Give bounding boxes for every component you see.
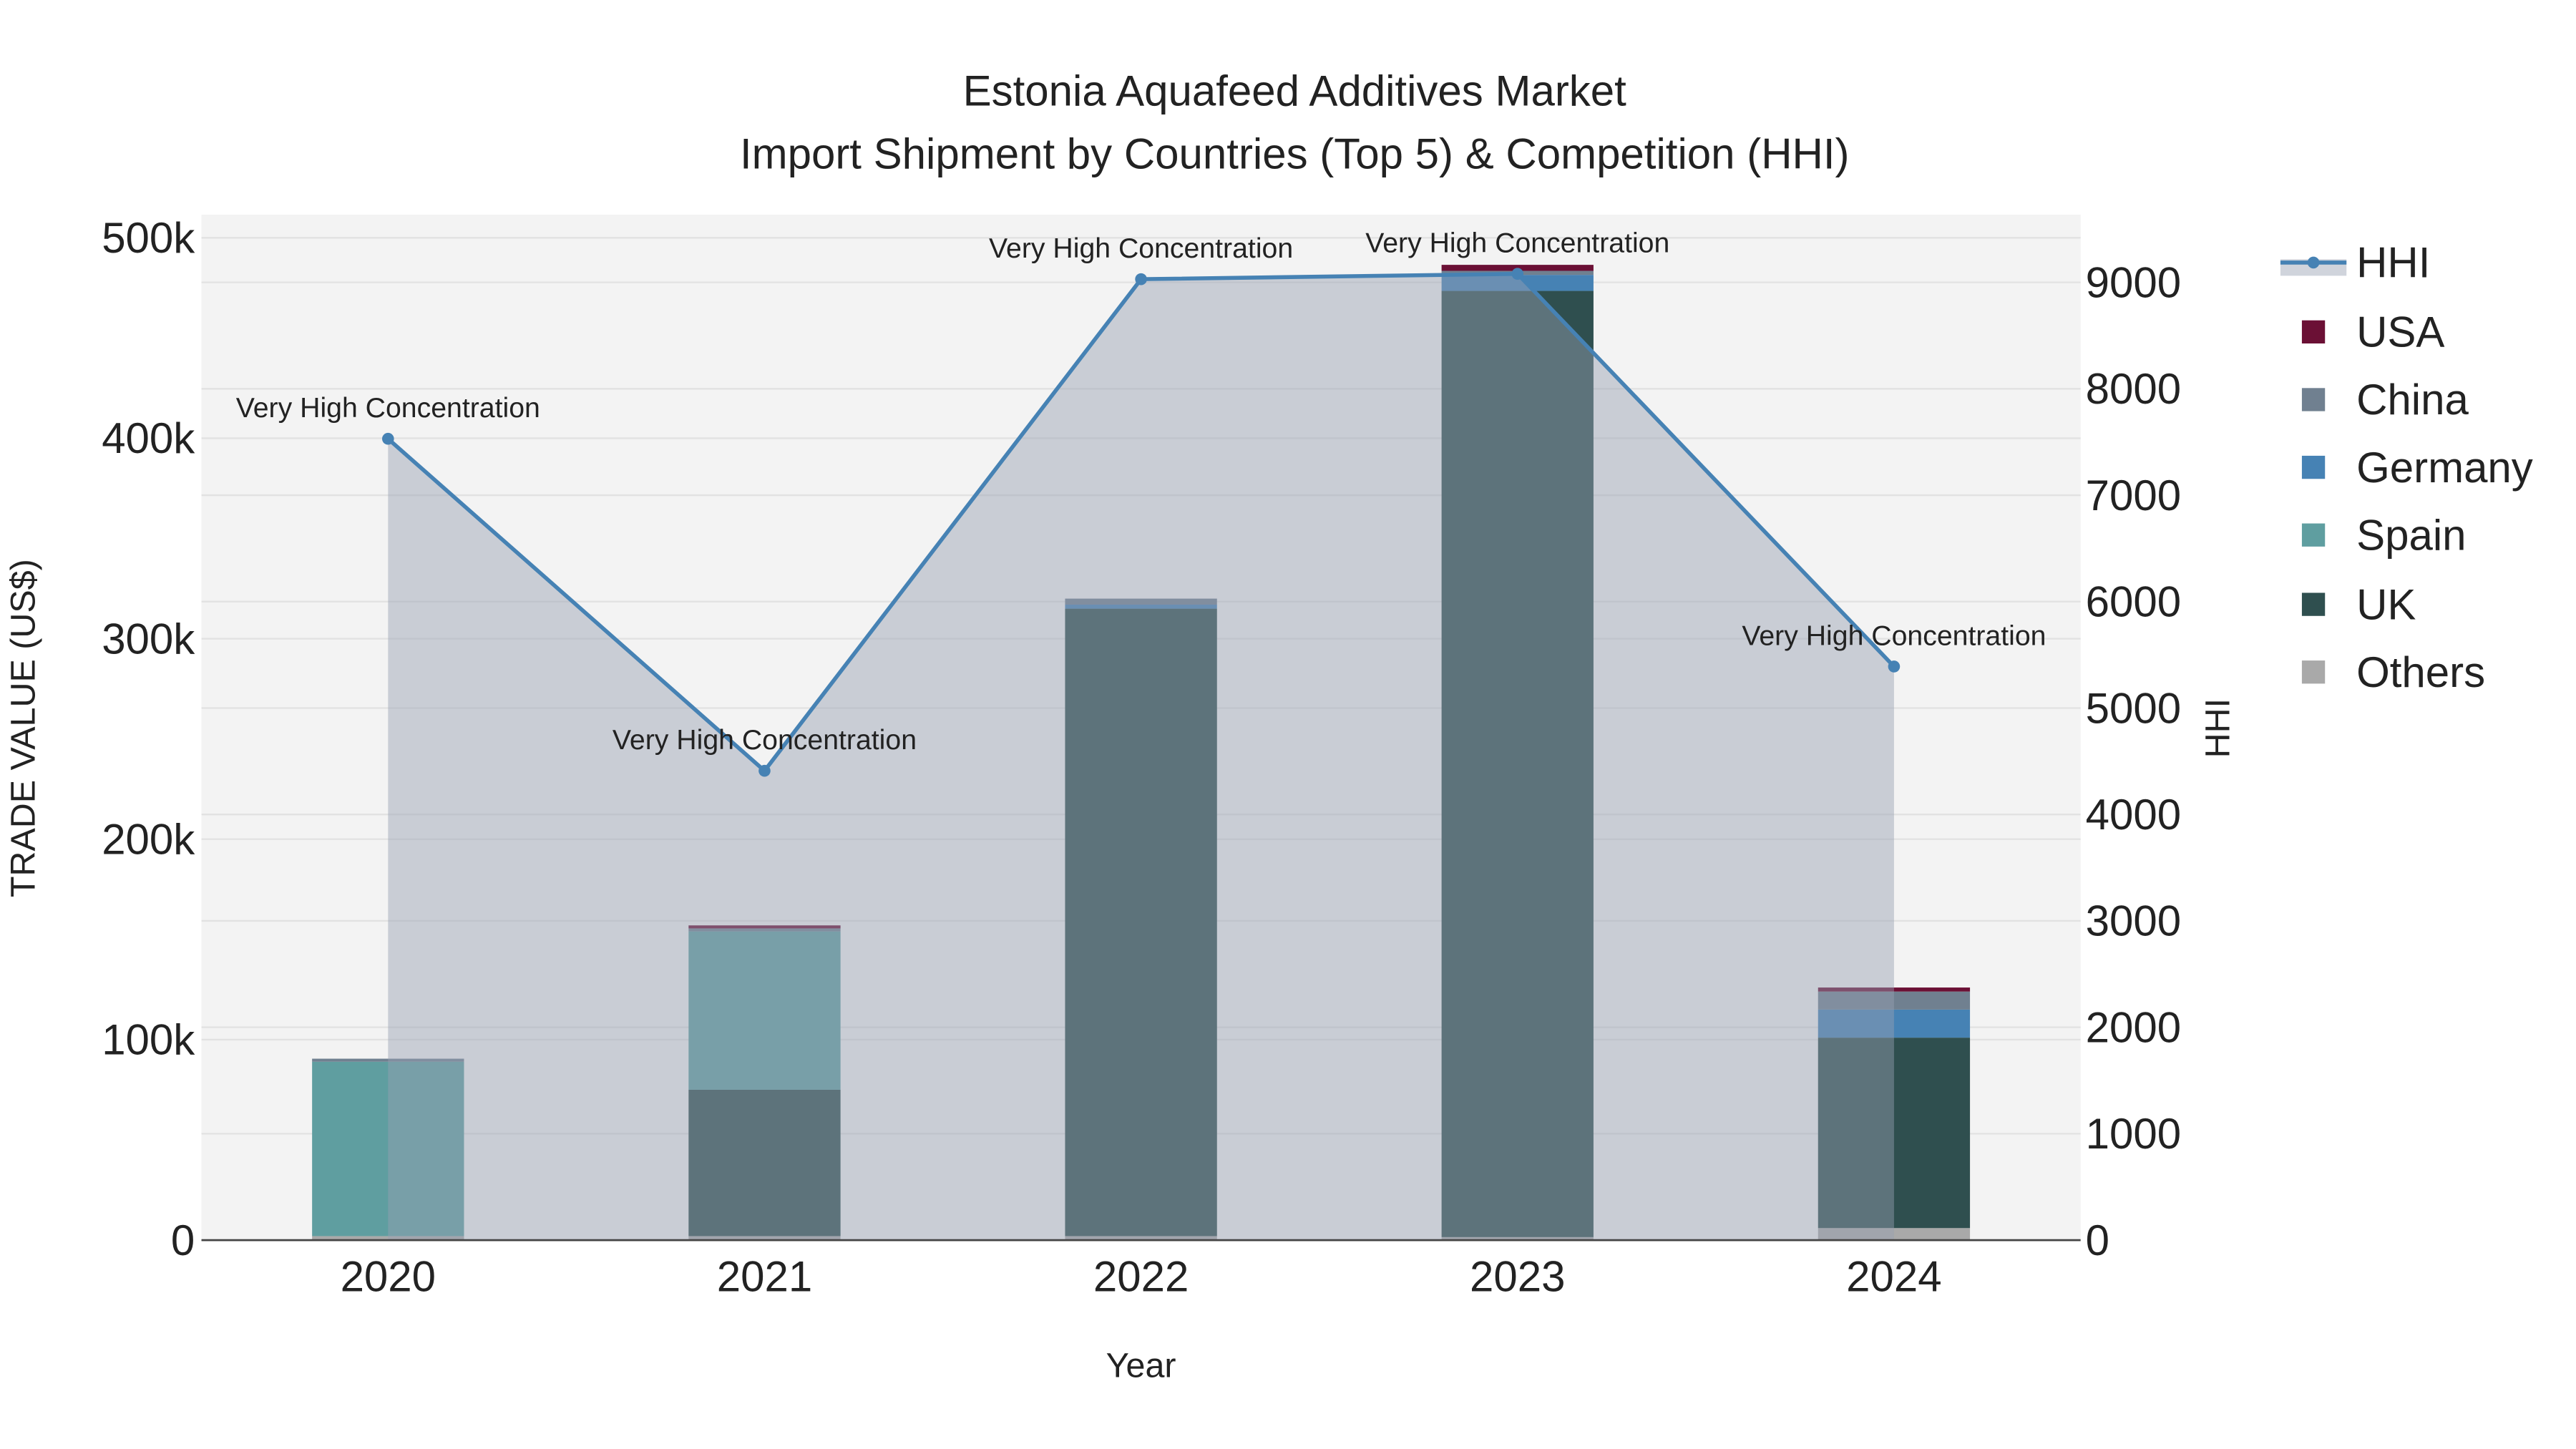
- x-tick-label: 2020: [341, 1253, 436, 1301]
- y-tick-label: 200k: [102, 816, 195, 864]
- legend: HHI USA China Germany Spain UK Others: [2280, 239, 2533, 696]
- legend-swatch: [2301, 592, 2326, 616]
- legend-label: HHI: [2356, 239, 2430, 287]
- legend-item-uk[interactable]: UK: [2301, 580, 2416, 628]
- hhi-point-2021[interactable]: [758, 764, 771, 777]
- hhi-annotation: Very High Concentration: [1742, 620, 2046, 651]
- chart-title: Estonia Aquafeed Additives Market: [963, 67, 1627, 115]
- legend-swatch: [2301, 455, 2326, 479]
- y-tick-label: 300k: [102, 615, 195, 663]
- x-tick-label: 2023: [1470, 1253, 1565, 1301]
- hhi-annotation: Very High Concentration: [236, 392, 540, 424]
- legend-label: Germany: [2356, 444, 2533, 492]
- legend-label: China: [2356, 376, 2469, 424]
- x-tick-label: 2024: [1846, 1253, 1941, 1301]
- y2-tick-label: 4000: [2086, 791, 2181, 839]
- y2-tick-label: 6000: [2086, 578, 2181, 626]
- legend-item-germany[interactable]: Germany: [2301, 444, 2533, 492]
- y2-tick-label: 3000: [2086, 897, 2181, 945]
- y2-axis-title: HHI: [2198, 698, 2237, 758]
- y-axis-title: TRADE VALUE (US$): [4, 559, 42, 897]
- y2-tick-label: 1000: [2086, 1110, 2181, 1158]
- hhi-annotation: Very High Concentration: [989, 233, 1293, 264]
- y2-tick-label: 0: [2086, 1216, 2109, 1264]
- legend-item-spain[interactable]: Spain: [2301, 511, 2467, 559]
- hhi-annotation: Very High Concentration: [613, 724, 917, 756]
- legend-item-usa[interactable]: USA: [2301, 308, 2445, 356]
- hhi-legend-marker: [2307, 256, 2320, 269]
- hhi-point-2023[interactable]: [1511, 268, 1524, 280]
- chart-subtitle: Import Shipment by Countries (Top 5) & C…: [740, 130, 1850, 177]
- legend-label: USA: [2356, 308, 2444, 356]
- y2-tick-label: 7000: [2086, 472, 2181, 519]
- legend-label: UK: [2356, 580, 2416, 628]
- y2-tick-label: 2000: [2086, 1003, 2181, 1051]
- legend-item-hhi[interactable]: HHI: [2280, 239, 2430, 287]
- legend-swatch: [2301, 523, 2326, 547]
- hhi-annotation: Very High Concentration: [1365, 228, 1669, 259]
- x-tick-label: 2021: [717, 1253, 812, 1301]
- legend-swatch: [2301, 388, 2326, 411]
- legend-swatch: [2301, 320, 2326, 343]
- legend-item-china[interactable]: China: [2301, 376, 2469, 424]
- x-axis-title: Year: [1106, 1347, 1176, 1385]
- y-tick-label: 500k: [102, 214, 195, 262]
- y-tick-label: 400k: [102, 414, 195, 462]
- legend-label: Others: [2356, 648, 2485, 696]
- y-tick-label: 100k: [102, 1016, 195, 1064]
- y2-tick-label: 5000: [2086, 684, 2181, 732]
- hhi-point-2020[interactable]: [382, 432, 394, 445]
- legend-label: Spain: [2356, 511, 2466, 559]
- y-tick-label: 0: [171, 1216, 195, 1264]
- hhi-point-2022[interactable]: [1135, 273, 1147, 286]
- chart: Very High Concentration Very High Concent…: [4, 67, 2533, 1385]
- legend-swatch: [2301, 660, 2326, 684]
- y2-tick-label: 9000: [2086, 258, 2181, 306]
- x-tick-label: 2022: [1093, 1253, 1189, 1301]
- y2-tick-label: 8000: [2086, 365, 2181, 413]
- legend-item-others[interactable]: Others: [2301, 648, 2485, 696]
- hhi-point-2024[interactable]: [1888, 660, 1901, 673]
